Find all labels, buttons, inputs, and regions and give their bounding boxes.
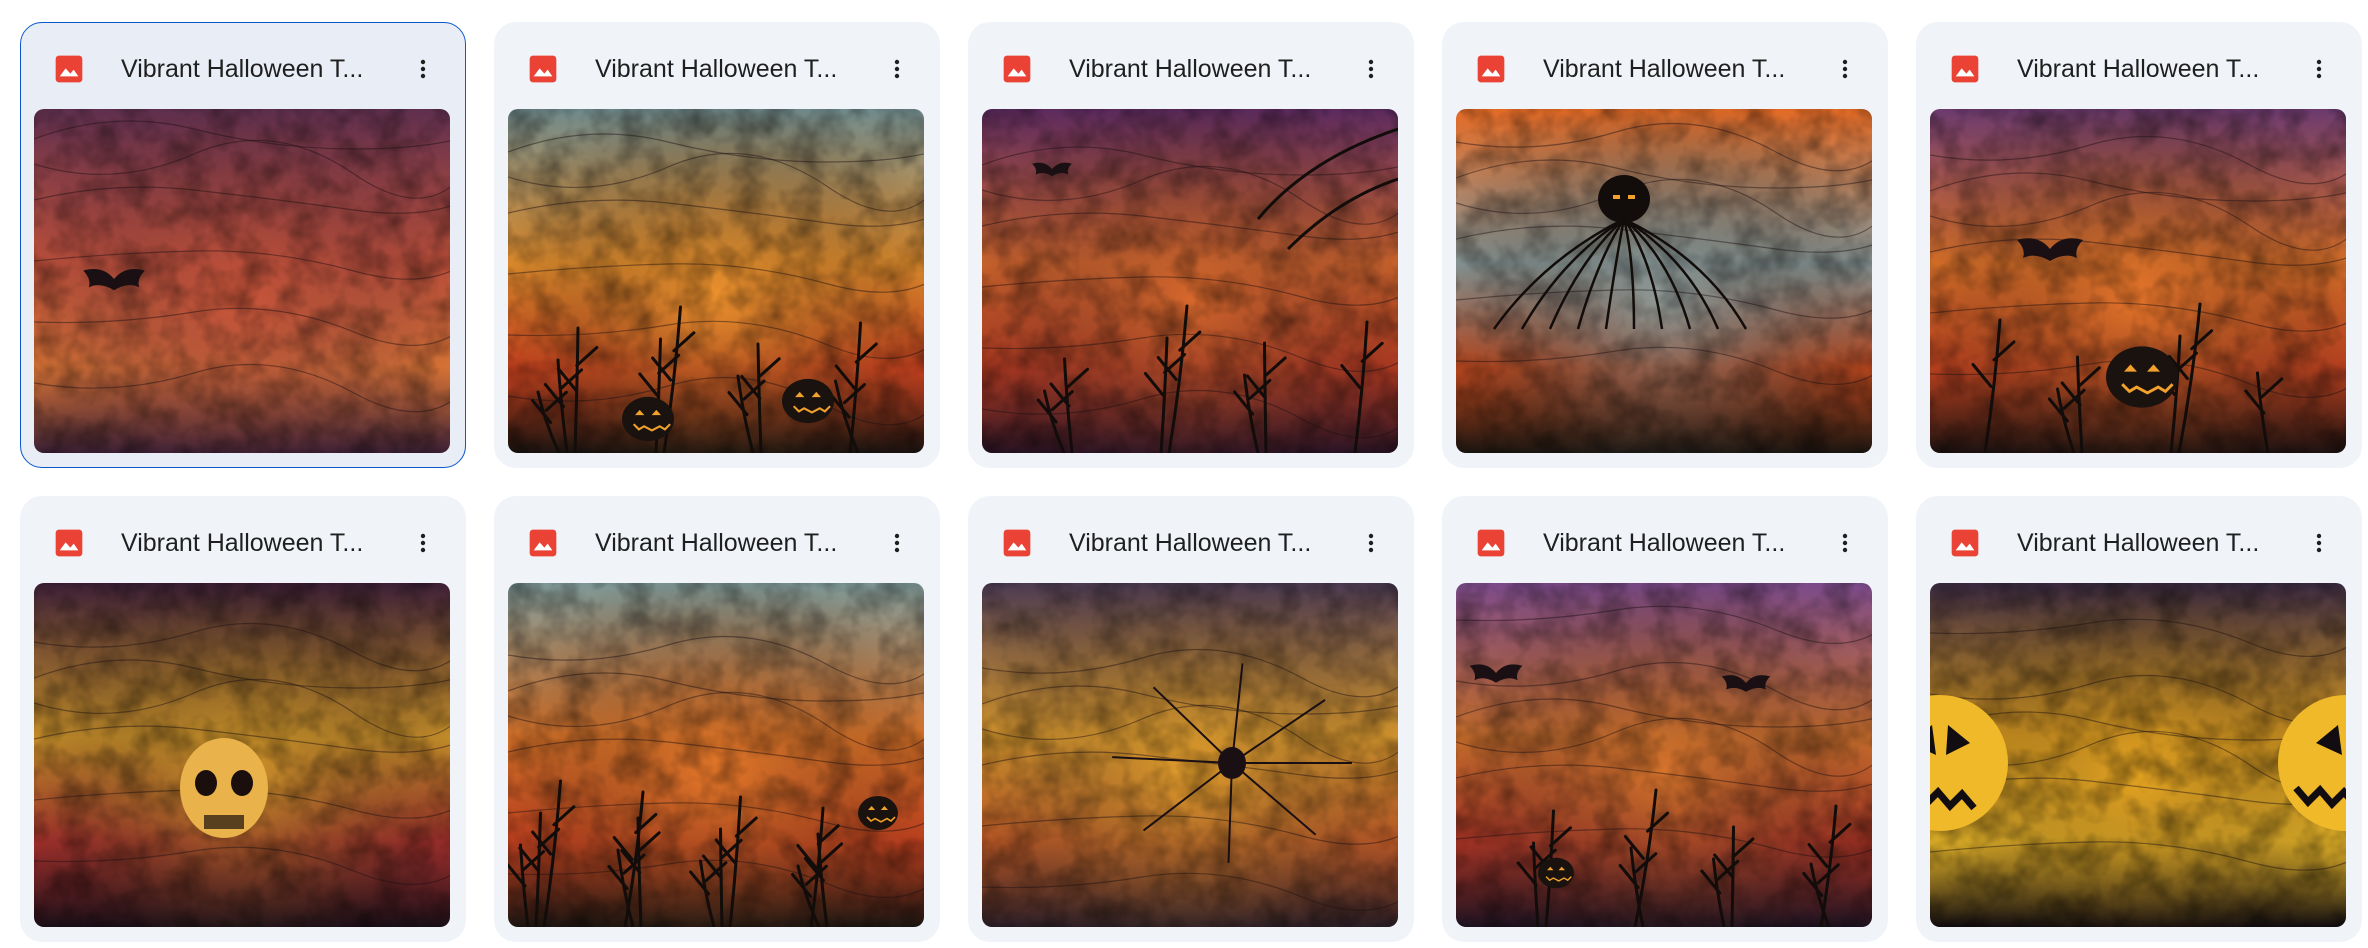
more-actions-button[interactable] bbox=[2297, 47, 2341, 91]
more-vert-icon bbox=[420, 59, 426, 79]
more-vert-icon bbox=[894, 533, 900, 553]
more-actions-button[interactable] bbox=[1823, 47, 1867, 91]
file-thumbnail[interactable] bbox=[982, 583, 1398, 927]
thumbnail-artwork bbox=[1456, 583, 1872, 927]
thumbnail-artwork bbox=[982, 583, 1398, 927]
file-name: Vibrant Halloween T... bbox=[1543, 529, 1786, 557]
thumbnail-artwork bbox=[34, 109, 450, 453]
thumbnail-artwork bbox=[34, 583, 450, 927]
file-grid: Vibrant Halloween T... Vibrant Halloween… bbox=[20, 22, 2362, 942]
file-thumbnail[interactable] bbox=[1930, 109, 2346, 453]
image-file-icon bbox=[53, 527, 85, 559]
file-thumbnail[interactable] bbox=[34, 109, 450, 453]
thumbnail-artwork bbox=[508, 109, 924, 453]
file-card[interactable]: Vibrant Halloween T... bbox=[1442, 22, 1888, 468]
spider-body bbox=[1218, 747, 1246, 779]
image-file-icon bbox=[1001, 527, 1033, 559]
file-card-header: Vibrant Halloween T... bbox=[21, 23, 465, 109]
thumbnail-artwork bbox=[1930, 109, 2346, 453]
pumpkin-silhouette bbox=[858, 796, 898, 830]
more-actions-button[interactable] bbox=[875, 47, 919, 91]
file-thumbnail[interactable] bbox=[982, 109, 1398, 453]
file-card[interactable]: Vibrant Halloween T... bbox=[494, 22, 940, 468]
image-file-icon bbox=[1475, 527, 1507, 559]
file-name: Vibrant Halloween T... bbox=[1543, 55, 1786, 83]
file-thumbnail[interactable] bbox=[1930, 583, 2346, 927]
more-vert-icon bbox=[2316, 533, 2322, 553]
more-vert-icon bbox=[1842, 59, 1848, 79]
file-card[interactable]: Vibrant Halloween T... bbox=[1916, 496, 2362, 942]
file-thumbnail[interactable] bbox=[508, 109, 924, 453]
file-thumbnail[interactable] bbox=[34, 583, 450, 927]
more-actions-button[interactable] bbox=[401, 521, 445, 565]
file-thumbnail[interactable] bbox=[1456, 583, 1872, 927]
file-name: Vibrant Halloween T... bbox=[1069, 529, 1312, 557]
image-file-icon bbox=[1949, 527, 1981, 559]
more-actions-button[interactable] bbox=[1823, 521, 1867, 565]
file-thumbnail[interactable] bbox=[1456, 109, 1872, 453]
file-card-header: Vibrant Halloween T... bbox=[969, 23, 1413, 109]
file-card[interactable]: Vibrant Halloween T... bbox=[1916, 22, 2362, 468]
pumpkin-silhouette bbox=[2106, 346, 2178, 408]
file-card-header: Vibrant Halloween T... bbox=[21, 497, 465, 583]
thumbnail-artwork bbox=[1930, 583, 2346, 927]
file-card-header: Vibrant Halloween T... bbox=[969, 497, 1413, 583]
image-file-icon bbox=[527, 527, 559, 559]
file-card-header: Vibrant Halloween T... bbox=[1443, 497, 1887, 583]
file-name: Vibrant Halloween T... bbox=[1069, 55, 1312, 83]
more-vert-icon bbox=[420, 533, 426, 553]
image-file-icon bbox=[1001, 53, 1033, 85]
file-card-header: Vibrant Halloween T... bbox=[495, 497, 939, 583]
file-card[interactable]: Vibrant Halloween T... bbox=[20, 496, 466, 942]
more-actions-button[interactable] bbox=[401, 47, 445, 91]
file-card-header: Vibrant Halloween T... bbox=[495, 23, 939, 109]
file-name: Vibrant Halloween T... bbox=[2017, 55, 2260, 83]
file-card[interactable]: Vibrant Halloween T... bbox=[494, 496, 940, 942]
more-vert-icon bbox=[2316, 59, 2322, 79]
file-card-header: Vibrant Halloween T... bbox=[1443, 23, 1887, 109]
more-vert-icon bbox=[1842, 533, 1848, 553]
pumpkin-silhouette bbox=[1538, 857, 1574, 889]
more-actions-button[interactable] bbox=[875, 521, 919, 565]
file-name: Vibrant Halloween T... bbox=[121, 55, 364, 83]
thumbnail-artwork bbox=[1456, 109, 1872, 453]
file-thumbnail[interactable] bbox=[508, 583, 924, 927]
more-vert-icon bbox=[1368, 59, 1374, 79]
file-card-header: Vibrant Halloween T... bbox=[1917, 497, 2361, 583]
more-vert-icon bbox=[1368, 533, 1374, 553]
image-file-icon bbox=[1949, 53, 1981, 85]
more-vert-icon bbox=[894, 59, 900, 79]
image-file-icon bbox=[53, 53, 85, 85]
spider-body bbox=[1598, 175, 1650, 223]
pumpkin-silhouette bbox=[622, 396, 674, 442]
pumpkin-silhouette bbox=[782, 378, 834, 424]
file-name: Vibrant Halloween T... bbox=[2017, 529, 2260, 557]
thumbnail-artwork bbox=[982, 109, 1398, 453]
thumbnail-artwork bbox=[508, 583, 924, 927]
image-file-icon bbox=[527, 53, 559, 85]
more-actions-button[interactable] bbox=[1349, 47, 1393, 91]
file-card[interactable]: Vibrant Halloween T... bbox=[1442, 496, 1888, 942]
file-name: Vibrant Halloween T... bbox=[595, 529, 838, 557]
more-actions-button[interactable] bbox=[2297, 521, 2341, 565]
file-card[interactable]: Vibrant Halloween T... bbox=[968, 22, 1414, 468]
more-actions-button[interactable] bbox=[1349, 521, 1393, 565]
file-card-header: Vibrant Halloween T... bbox=[1917, 23, 2361, 109]
file-card[interactable]: Vibrant Halloween T... bbox=[20, 22, 466, 468]
file-name: Vibrant Halloween T... bbox=[595, 55, 838, 83]
file-name: Vibrant Halloween T... bbox=[121, 529, 364, 557]
file-card[interactable]: Vibrant Halloween T... bbox=[968, 496, 1414, 942]
image-file-icon bbox=[1475, 53, 1507, 85]
